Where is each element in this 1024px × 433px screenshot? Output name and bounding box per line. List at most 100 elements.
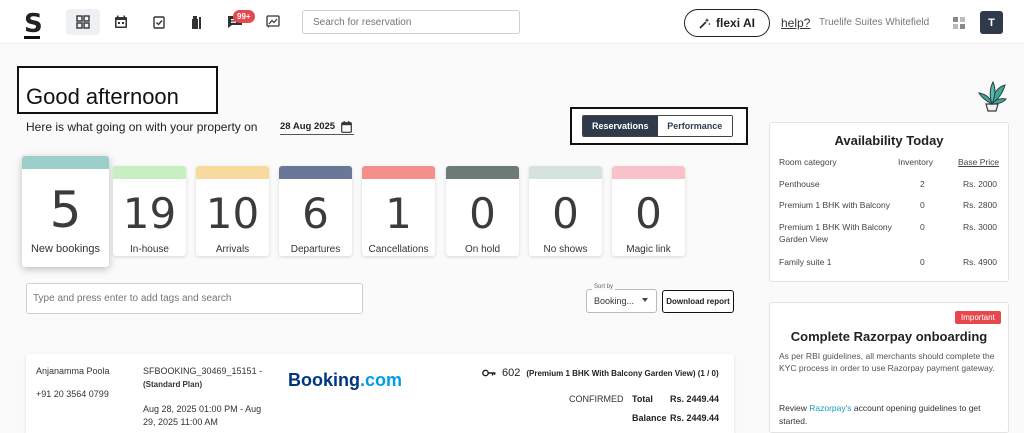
user-avatar[interactable]: T	[980, 11, 1003, 34]
tab-performance[interactable]: Performance	[657, 116, 732, 136]
sort-by-value: Booking...	[594, 296, 635, 306]
stat-label: Cancellations	[368, 244, 429, 255]
stat-card-color-bar	[446, 166, 519, 179]
stat-value: 19	[122, 189, 177, 238]
booking-source-suffix: .com	[360, 370, 403, 390]
stat-card-color-bar	[22, 156, 109, 169]
stat-card-color-bar	[612, 166, 685, 179]
razorpay-guidelines-link[interactable]: Razorpay's	[809, 403, 851, 413]
stat-card-color-bar	[529, 166, 602, 179]
booking-status: CONFIRMED	[569, 394, 624, 404]
stat-label: New bookings	[30, 243, 101, 255]
greeting-title: Good afternoon	[26, 84, 179, 109]
stat-value: 1	[385, 189, 412, 238]
stat-card-departures[interactable]: 6 Departures	[279, 166, 352, 256]
stat-card-color-bar	[279, 166, 352, 179]
stat-value: 5	[49, 181, 82, 239]
key-icon	[482, 369, 496, 377]
app-logo[interactable]: S	[24, 9, 43, 39]
top-nav-bar: S 99+ flexi AI help? Truelife Suites Whi…	[0, 0, 1024, 44]
column-header-category: Room category	[779, 157, 837, 167]
room-base-price: Rs. 4900	[963, 257, 998, 267]
stat-label: Departures	[290, 244, 341, 255]
stat-card-no-shows[interactable]: 0 No shows	[529, 166, 602, 256]
guest-name[interactable]: Anjanamma Poola	[36, 366, 110, 376]
checklist-icon[interactable]	[142, 9, 176, 35]
room-info: 602 (Premium 1 BHK With Balcony Garden V…	[482, 367, 719, 379]
room-inventory: 2	[920, 179, 925, 189]
stat-label: No shows	[543, 244, 588, 255]
room-inventory: 0	[920, 257, 925, 267]
flexi-ai-button[interactable]: flexi AI	[684, 9, 770, 37]
stat-card-magic-link[interactable]: 0 Magic link	[612, 166, 685, 256]
stat-label: On hold	[464, 244, 501, 255]
stat-card-new-bookings[interactable]: 5 New bookings	[22, 156, 109, 267]
room-category: Family suite 1	[779, 257, 832, 267]
sort-by-label: Sort by	[592, 284, 616, 290]
razorpay-onboarding-card: Important Complete Razorpay onboarding A…	[769, 302, 1009, 433]
room-category: Premium 1 BHK with Balcony	[779, 200, 891, 210]
stat-value: 6	[302, 189, 329, 238]
tag-search-input[interactable]	[26, 283, 363, 314]
flexi-ai-label: flexi AI	[716, 16, 755, 30]
booking-id-text: SFBOOKING_30469_15151 -	[143, 366, 263, 376]
important-badge: Important	[955, 311, 1001, 324]
stat-value: 0	[635, 189, 662, 238]
room-base-price: Rs. 3000	[963, 222, 998, 232]
stat-card-color-bar	[113, 166, 186, 179]
stat-card-cancellations[interactable]: 1 Cancellations	[362, 166, 435, 256]
booking-source-logo: Booking.com	[288, 370, 402, 391]
razorpay-review-text: Review Razorpay's account opening guidel…	[779, 402, 1005, 428]
plant-illustration-icon	[976, 80, 1008, 117]
stat-card-color-bar	[196, 166, 269, 179]
booking-source-name: Booking	[288, 370, 360, 390]
room-base-price: Rs. 2000	[963, 179, 998, 189]
stat-card-arrivals[interactable]: 10 Arrivals	[196, 166, 269, 256]
reservation-search-input[interactable]	[302, 10, 520, 34]
stat-label: Magic link	[626, 244, 671, 255]
stat-value: 10	[205, 189, 260, 238]
room-inventory: 0	[920, 222, 925, 232]
column-header-inventory: Inventory	[898, 157, 933, 167]
dashboard-icon[interactable]	[66, 9, 100, 35]
guest-phone: +91 20 3564 0799	[36, 389, 109, 399]
booking-row[interactable]: Anjanamma Poola +91 20 3564 0799 SFBOOKI…	[26, 354, 734, 433]
view-toggle: Reservations Performance	[582, 115, 733, 137]
stat-label: Arrivals	[215, 244, 250, 255]
room-base-price: Rs. 2800	[963, 200, 998, 210]
stat-value: 0	[469, 189, 496, 238]
razorpay-description: As per RBI guidelines, all merchants sho…	[779, 351, 995, 373]
column-header-base-price[interactable]: Base Price	[958, 157, 999, 167]
reports-icon[interactable]	[256, 9, 290, 35]
availability-panel: Availability Today Room category Invento…	[769, 122, 1009, 282]
razorpay-title: Complete Razorpay onboarding	[790, 329, 988, 344]
date-picker-icon[interactable]	[341, 120, 352, 138]
greeting-subtitle: Here is what going on with your property…	[26, 120, 258, 134]
property-name[interactable]: Truelife Suites Whitefield	[819, 17, 929, 28]
calendar-icon[interactable]	[104, 9, 138, 35]
balance-value: Rs. 2449.44	[670, 413, 720, 423]
tab-reservations[interactable]: Reservations	[583, 116, 658, 136]
help-link[interactable]: help?	[781, 16, 810, 30]
apps-grid-icon[interactable]	[953, 16, 965, 34]
room-inventory: 0	[920, 200, 925, 210]
stat-label: In-house	[130, 244, 169, 255]
booking-id[interactable]: SFBOOKING_30469_15151 - (Standard Plan)	[143, 365, 263, 391]
booking-dates: Aug 28, 2025 01:00 PM - Aug 29, 2025 11:…	[143, 404, 262, 427]
total-value: Rs. 2449.44	[670, 394, 720, 404]
room-category: Premium 1 BHK With Balcony Garden View	[779, 222, 892, 244]
review-prefix: Review	[779, 403, 810, 413]
balance-label: Balance	[632, 413, 667, 423]
room-category: Penthouse	[779, 179, 820, 189]
download-report-button[interactable]: Download report	[662, 290, 734, 313]
selected-date[interactable]: 28 Aug 2025	[280, 121, 335, 132]
notification-count-badge: 99+	[233, 10, 255, 23]
housekeeping-icon[interactable]	[180, 9, 214, 35]
stat-card-on-hold[interactable]: 0 On hold	[446, 166, 519, 256]
availability-title: Availability Today	[834, 133, 944, 148]
total-label: Total	[632, 394, 653, 404]
booking-plan: (Standard Plan)	[143, 380, 203, 389]
stat-card-in-house[interactable]: 19 In-house	[113, 166, 186, 256]
magic-wand-icon	[699, 18, 711, 29]
room-number: 602	[502, 367, 521, 379]
